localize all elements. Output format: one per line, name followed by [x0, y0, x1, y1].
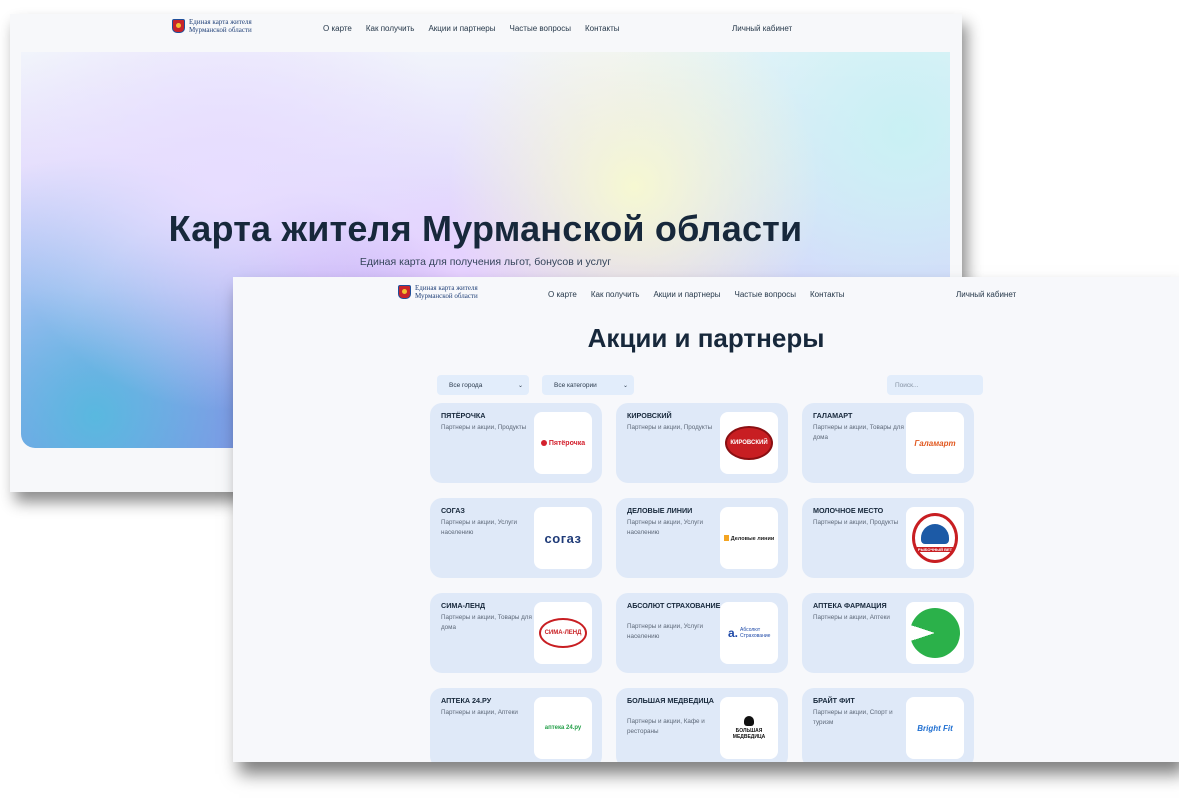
nav-partners[interactable]: Акции и партнеры [653, 290, 720, 299]
sogaz-logo: согаз [544, 530, 582, 546]
partner-desc: Партнеры и акции, Услуги населению [627, 623, 704, 640]
partner-name: АПТЕКА ФАРМАЦИЯ [813, 601, 887, 610]
nav-about[interactable]: О карте [323, 24, 352, 33]
partner-logo: согаз [534, 507, 592, 569]
partner-card[interactable]: СИМА-ЛЕНД Партнеры и акции, Товары для д… [430, 593, 602, 673]
partner-logo: a. Абсолют Страхование [720, 602, 778, 664]
nav-about[interactable]: О карте [548, 290, 577, 299]
partner-card[interactable]: ГАЛАМАРТ Партнеры и акции, Товары для до… [802, 403, 974, 483]
partner-name: ГАЛАМАРТ [813, 411, 853, 420]
partner-logo: аптека 24.ру [534, 697, 592, 759]
partner-name: КИРОВСКИЙ [627, 411, 672, 420]
partner-desc: Партнеры и акции, Аптеки [441, 709, 518, 716]
absolut-logo: a. Абсолют Страхование [728, 626, 770, 640]
partner-card[interactable]: АПТЕКА 24.РУ Партнеры и акции, Аптеки ап… [430, 688, 602, 762]
partner-logo: Деловые линии [720, 507, 778, 569]
partner-desc: Партнеры и акции, Товары для дома [441, 614, 532, 631]
partner-name: ДЕЛОВЫЕ ЛИНИИ [627, 506, 693, 515]
nav-partners[interactable]: Акции и партнеры [428, 24, 495, 33]
partner-card[interactable]: ДЕЛОВЫЕ ЛИНИИ Партнеры и акции, Услуги н… [616, 498, 788, 578]
logo-text: Единая карта жителя Мурманской области [415, 284, 478, 300]
category-select-value: Все категории [554, 381, 597, 389]
partner-desc: Партнеры и акции, Аптеки [813, 614, 890, 621]
sima-land-logo: СИМА-ЛЕНД [539, 618, 587, 648]
partner-desc: Партнеры и акции, Спорт и туризм [813, 709, 893, 726]
crest-icon [172, 19, 185, 33]
site-logo[interactable]: Единая карта жителя Мурманской области [172, 18, 252, 34]
hero-subtitle: Единая карта для получения льгот, бонусо… [359, 256, 612, 268]
nav-how-to-get[interactable]: Как получить [366, 24, 415, 33]
partner-name: АБСОЛЮТ СТРАХОВАНИЕ [627, 601, 721, 610]
crest-icon [398, 285, 411, 299]
partner-card[interactable]: СОГАЗ Партнеры и акции, Услуги населению… [430, 498, 602, 578]
partner-card[interactable]: МОЛОЧНОЕ МЕСТО Партнеры и акции, Продукт… [802, 498, 974, 578]
partner-logo [906, 602, 964, 664]
nav-faq[interactable]: Частые вопросы [510, 24, 571, 33]
molochnoe-mesto-logo-text: РЫБОЧНЫЙ ВЕТ [917, 547, 953, 552]
main-nav: О карте Как получить Акции и партнеры Ча… [548, 290, 845, 299]
main-nav: О карте Как получить Акции и партнеры Ча… [323, 24, 620, 33]
bolshaya-medvedica-logo: БОЛЬШАЯ МЕДВЕДИЦА [733, 716, 765, 740]
partner-card[interactable]: ПЯТЁРОЧКА Партнеры и акции, Продукты Пят… [430, 403, 602, 483]
galamart-logo: Галамарт [914, 438, 956, 448]
partner-card[interactable]: БРАЙТ ФИТ Партнеры и акции, Спорт и тури… [802, 688, 974, 762]
partners-screenshot: Единая карта жителя Мурманской области О… [233, 277, 1179, 762]
city-select-value: Все города [449, 381, 483, 389]
chevron-down-icon: ⌄ [622, 382, 628, 389]
partner-logo: БОЛЬШАЯ МЕДВЕДИЦА [720, 697, 778, 759]
chevron-down-icon: ⌄ [517, 382, 523, 389]
partner-name: СИМА-ЛЕНД [441, 601, 486, 610]
partner-card[interactable]: АПТЕКА ФАРМАЦИЯ Партнеры и акции, Аптеки [802, 593, 974, 673]
delovye-linii-logo: Деловые линии [724, 535, 774, 542]
partner-name: МОЛОЧНОЕ МЕСТО [813, 506, 884, 515]
personal-cabinet-link[interactable]: Личный кабинет [732, 24, 792, 33]
apteka24-logo: аптека 24.ру [544, 725, 582, 731]
molochnoe-mesto-logo: РЫБОЧНЫЙ ВЕТ [912, 513, 958, 563]
partner-name: БОЛЬШАЯ МЕДВЕДИЦА [627, 696, 714, 705]
nav-faq[interactable]: Частые вопросы [735, 290, 796, 299]
partner-logo: Bright Fit [906, 697, 964, 759]
partner-name: АПТЕКА 24.РУ [441, 696, 492, 705]
absolut-logo-text: Абсолют Страхование [740, 627, 771, 639]
page-title: Акции и партнеры [587, 323, 825, 353]
partner-desc: Партнеры и акции, Товары для дома [813, 424, 904, 441]
pyaterochka-logo: Пятёрочка [541, 440, 585, 447]
category-select[interactable]: Все категории ⌄ [542, 375, 634, 395]
partner-logo: Галамарт [906, 412, 964, 474]
partner-desc: Партнеры и акции, Кафе и рестораны [627, 718, 705, 735]
partner-desc: Партнеры и акции, Продукты [813, 519, 899, 526]
partner-desc: Партнеры и акции, Услуги населению [441, 519, 518, 536]
hero-title: Карта жителя Мурманской области [168, 208, 803, 249]
partner-card[interactable]: КИРОВСКИЙ Партнеры и акции, Продукты КИР… [616, 403, 788, 483]
partner-name: СОГАЗ [441, 506, 465, 515]
partner-logo: СИМА-ЛЕНД [534, 602, 592, 664]
header: Единая карта жителя Мурманской области О… [233, 277, 1179, 305]
partner-logo: КИРОВСКИЙ [720, 412, 778, 474]
nav-contacts[interactable]: Контакты [810, 290, 845, 299]
city-select[interactable]: Все города ⌄ [437, 375, 529, 395]
absolut-logo-mark: a. [727, 626, 738, 640]
personal-cabinet-link[interactable]: Личный кабинет [956, 290, 1016, 299]
logo-text: Единая карта жителя Мурманской области [189, 18, 252, 34]
kirovsky-logo: КИРОВСКИЙ [725, 426, 773, 460]
partner-logo: Пятёрочка [534, 412, 592, 474]
partner-name: БРАЙТ ФИТ [813, 696, 855, 705]
partner-name: ПЯТЁРОЧКА [441, 411, 486, 420]
search-input[interactable] [887, 375, 983, 395]
nav-contacts[interactable]: Контакты [585, 24, 620, 33]
nav-how-to-get[interactable]: Как получить [591, 290, 640, 299]
apteka-farmaciya-logo [910, 608, 960, 658]
partner-logo: РЫБОЧНЫЙ ВЕТ [906, 507, 964, 569]
partner-desc: Партнеры и акции, Продукты [441, 424, 527, 431]
partner-card[interactable]: АБСОЛЮТ СТРАХОВАНИЕ Партнеры и акции, Ус… [616, 593, 788, 673]
partner-desc: Партнеры и акции, Услуги населению [627, 519, 704, 536]
bright-fit-logo: Bright Fit [917, 723, 953, 733]
header: Единая карта жителя Мурманской области О… [10, 14, 962, 44]
partner-desc: Партнеры и акции, Продукты [627, 424, 713, 431]
site-logo[interactable]: Единая карта жителя Мурманской области [398, 284, 478, 300]
partner-card[interactable]: БОЛЬШАЯ МЕДВЕДИЦА Партнеры и акции, Кафе… [616, 688, 788, 762]
